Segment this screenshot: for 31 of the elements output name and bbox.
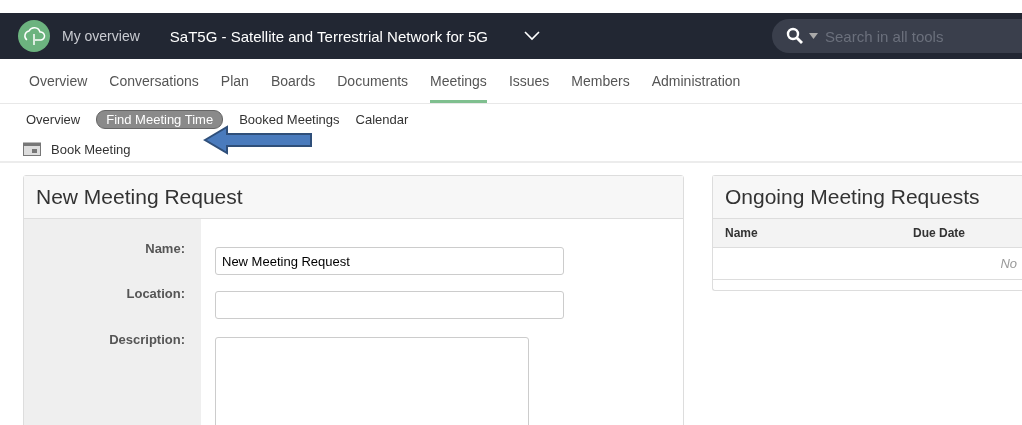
column-header: Due Date: [913, 226, 966, 240]
empty-message: No: [1000, 256, 1017, 271]
nav-tab[interactable]: Boards: [270, 59, 316, 103]
calendar-icon: [23, 142, 41, 156]
column-header: Name: [725, 226, 759, 240]
project-title: SaT5G - Satellite and Terrestrial Network for 5G: [169, 27, 488, 45]
nav-tab[interactable]: Administration: [651, 59, 741, 103]
chevron-down-icon[interactable]: [524, 31, 540, 41]
panel-title: New Meeting Request: [24, 176, 683, 219]
nav-tab[interactable]: Plan: [220, 59, 249, 103]
nav-tab[interactable]: Overview: [29, 59, 88, 103]
nav-tab[interactable]: Issues: [508, 59, 550, 103]
search-icon: [786, 27, 804, 45]
nav-tab[interactable]: Documents: [337, 59, 409, 103]
home-link[interactable]: My overview: [62, 28, 140, 44]
text-field[interactable]: [215, 291, 564, 319]
sub-tab[interactable]: Overview: [26, 112, 81, 127]
field-label: Description:: [24, 310, 201, 425]
panel-title: Ongoing Meeting Requests: [713, 176, 1022, 219]
field-label: Name:: [24, 219, 201, 264]
nav-tab[interactable]: Conversations: [109, 59, 199, 103]
nav-tab[interactable]: Members: [571, 59, 630, 103]
text-field[interactable]: New Meeting Request: [215, 247, 564, 275]
book-meeting-link[interactable]: Book Meeting: [51, 141, 131, 157]
sub-tab[interactable]: Calendar: [355, 112, 409, 127]
sub-tab[interactable]: Booked Meetings: [239, 112, 340, 127]
caret-icon: [809, 33, 818, 39]
description-field[interactable]: [215, 337, 529, 425]
field-label: Location:: [24, 264, 201, 310]
nav-tab[interactable]: Meetings: [430, 59, 487, 103]
cloud-logo-icon[interactable]: [18, 20, 50, 52]
